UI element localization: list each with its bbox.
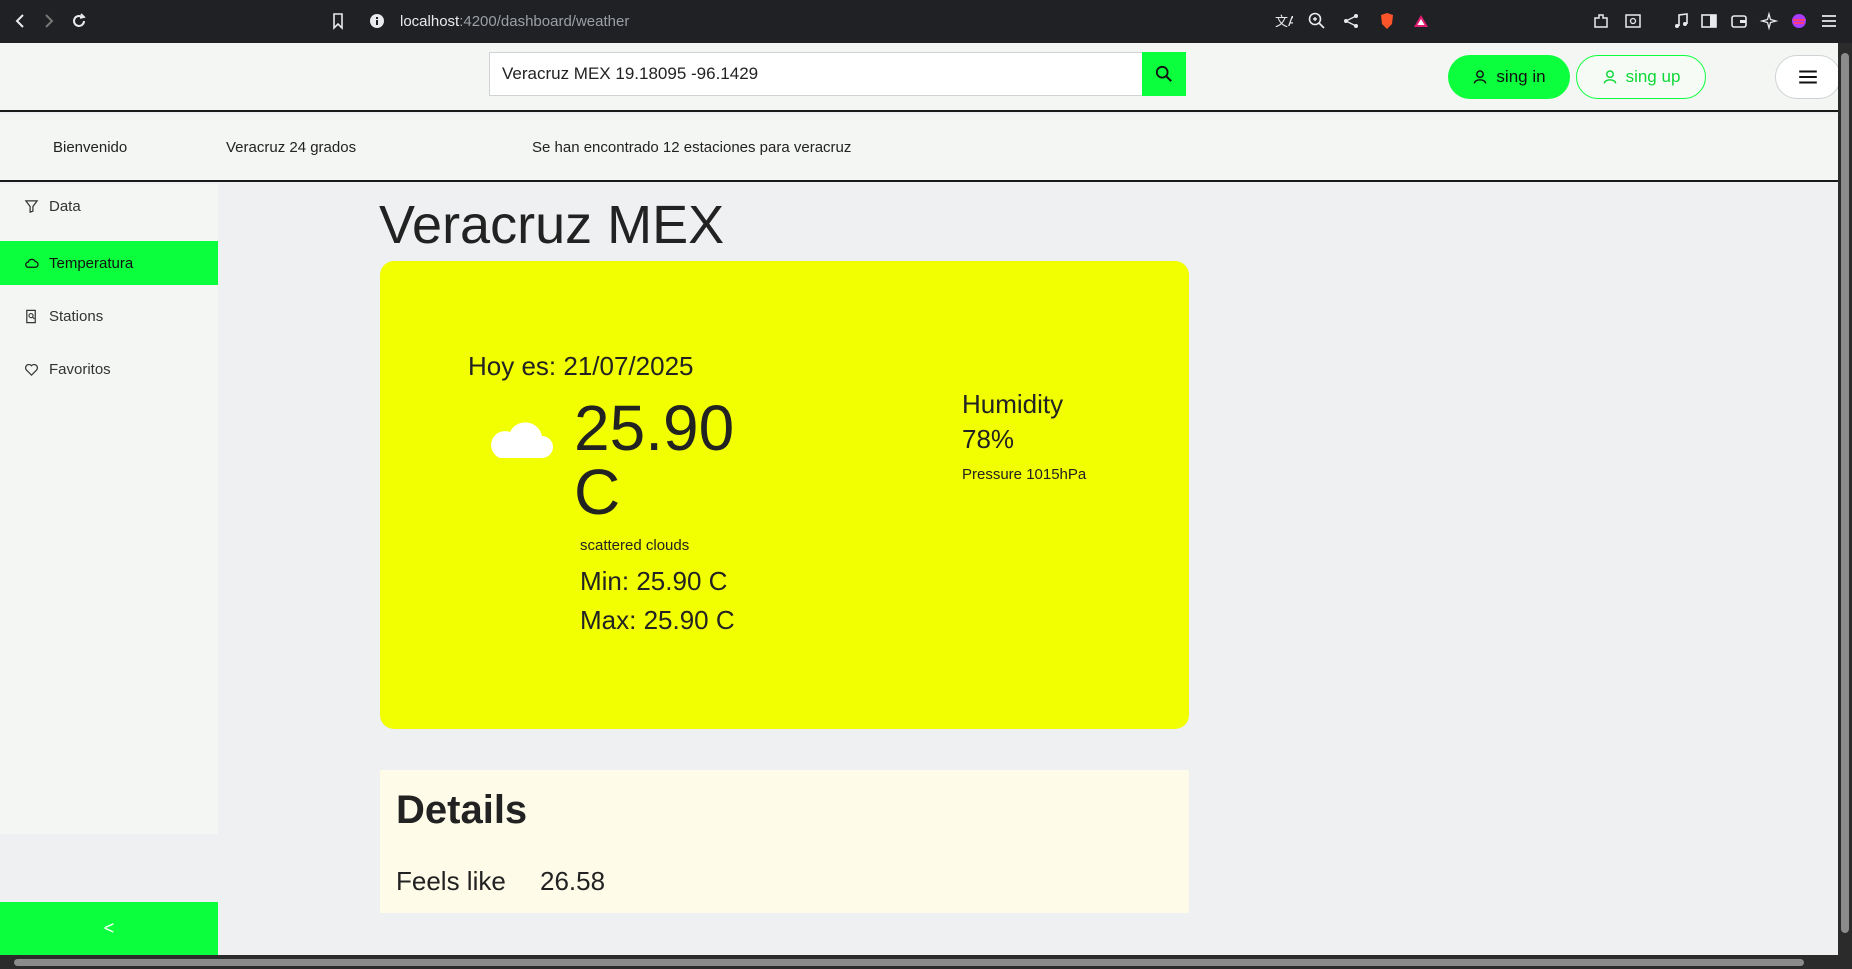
signup-button[interactable]: sing up xyxy=(1576,55,1706,99)
filter-icon xyxy=(24,199,39,213)
signin-label: sing in xyxy=(1496,67,1546,86)
signup-label: sing up xyxy=(1625,67,1681,86)
horizontal-scroll-thumb[interactable] xyxy=(14,959,1804,966)
sidebar-toggle-icon[interactable] xyxy=(1698,10,1720,32)
location-search-input[interactable] xyxy=(489,52,1143,96)
page-title: Veracruz MEX xyxy=(379,195,725,255)
cloud-icon xyxy=(25,258,39,268)
temperature-value: 25.90 xyxy=(574,392,735,464)
share-icon[interactable] xyxy=(1340,10,1362,32)
feels-like-label: Feels like xyxy=(396,866,506,896)
user-icon xyxy=(1603,70,1616,84)
sidebar-item-temperatura[interactable]: Temperatura xyxy=(0,241,218,285)
current-temperature: 25.90 C xyxy=(574,396,774,524)
leo-ai-icon[interactable] xyxy=(1758,10,1780,32)
weather-card: Hoy es: 21/07/2025 25.90 C scattered clo… xyxy=(380,261,1189,729)
url-path: :4200/dashboard/weather xyxy=(459,13,630,30)
welcome-text: Bienvenido xyxy=(53,139,128,156)
wallet-icon[interactable] xyxy=(1728,10,1750,32)
sidebar-item-label: Stations xyxy=(49,307,104,325)
signin-button[interactable]: sing in xyxy=(1448,55,1570,99)
pressure-value: Pressure 1015hPa xyxy=(962,466,1087,483)
feels-like-value: 26.58 xyxy=(540,866,606,896)
vpn-icon[interactable] xyxy=(1788,10,1810,32)
horizontal-scrollbar[interactable] xyxy=(0,955,1852,969)
browser-menu-icon[interactable] xyxy=(1818,10,1840,32)
sidebar-item-label: Data xyxy=(49,197,81,215)
sidebar: Data Temperatura Stations Favoritos xyxy=(0,184,218,834)
svg-text:文A: 文A xyxy=(1275,15,1293,30)
stations-found-text: Se han encontrado 12 estaciones para ver… xyxy=(532,139,852,156)
app-header: sing in sing up xyxy=(0,43,1841,112)
current-date: Hoy es: 21/07/2025 xyxy=(468,351,694,381)
brave-shield-icon[interactable] xyxy=(1376,10,1398,32)
translate-icon[interactable]: 文A xyxy=(1272,10,1294,32)
screenshot-icon[interactable] xyxy=(1622,10,1644,32)
sidebar-item-label: Favoritos xyxy=(49,360,111,378)
weather-description: scattered clouds xyxy=(580,537,690,554)
search-button[interactable] xyxy=(1142,52,1186,96)
details-card: Details Feels like 26.58 xyxy=(380,770,1189,913)
sidebar-item-label: Temperatura xyxy=(49,254,134,272)
menu-button[interactable] xyxy=(1775,55,1841,99)
reload-icon[interactable] xyxy=(68,10,90,32)
vertical-scroll-thumb[interactable] xyxy=(1841,53,1849,933)
brave-rewards-icon[interactable] xyxy=(1410,10,1432,32)
weather-cloud-icon xyxy=(488,416,554,465)
bookmark-icon[interactable] xyxy=(327,10,349,32)
collapse-sidebar-button[interactable]: < xyxy=(0,902,218,955)
user-icon xyxy=(1474,70,1487,84)
zoom-icon[interactable] xyxy=(1306,10,1328,32)
heart-icon xyxy=(25,363,38,376)
sidebar-item-stations[interactable]: Stations xyxy=(0,294,218,338)
chevron-left-icon: < xyxy=(103,918,115,938)
humidity-value: 78% xyxy=(962,424,1015,454)
min-temperature: Min: 25.90 C xyxy=(580,566,728,596)
browser-toolbar: localhost:4200/dashboard/weather 文A xyxy=(0,0,1852,43)
document-search-icon xyxy=(26,309,36,323)
forward-icon[interactable] xyxy=(38,10,60,32)
temperature-summary: Veracruz 24 grados xyxy=(226,139,357,156)
url-host: localhost xyxy=(400,13,460,30)
address-bar[interactable]: localhost:4200/dashboard/weather xyxy=(400,13,629,30)
temperature-unit: C xyxy=(574,456,621,528)
extensions-icon[interactable] xyxy=(1590,10,1612,32)
site-info-icon[interactable] xyxy=(366,10,388,32)
sidebar-item-favoritos[interactable]: Favoritos xyxy=(0,347,218,391)
humidity-label: Humidity xyxy=(962,389,1064,419)
max-temperature: Max: 25.90 C xyxy=(580,605,735,635)
info-bar: Bienvenido Veracruz 24 grados Se han enc… xyxy=(0,114,1838,182)
hamburger-icon xyxy=(1799,70,1817,84)
back-icon[interactable] xyxy=(9,10,31,32)
vertical-scrollbar[interactable] xyxy=(1838,43,1852,955)
details-title: Details xyxy=(396,788,528,832)
search-icon xyxy=(1155,65,1172,82)
sidebar-item-data[interactable]: Data xyxy=(0,184,218,228)
media-icon[interactable] xyxy=(1670,10,1692,32)
